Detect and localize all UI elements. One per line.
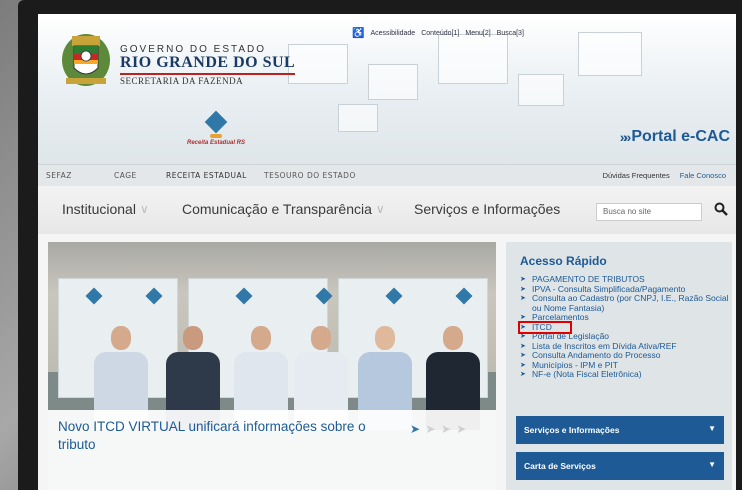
carousel-caption: Novo ITCD VIRTUAL unificará informações … <box>48 410 496 490</box>
caret-down-icon: ▼ <box>708 424 716 433</box>
main-content: Novo ITCD VIRTUAL unificará informações … <box>38 234 736 490</box>
chevron-right-icon[interactable]: ➤ <box>425 422 436 436</box>
gov-main-text[interactable]: RIO GRANDE DO SUL <box>120 54 296 75</box>
news-headline[interactable]: Novo ITCD VIRTUAL unificará informações … <box>58 418 378 454</box>
chevron-right-icon[interactable]: ➤ <box>410 422 421 436</box>
news-carousel[interactable]: Novo ITCD VIRTUAL unificará informações … <box>48 242 496 490</box>
chevron-right-icon[interactable]: ➤ <box>456 422 467 436</box>
site-header: GOVERNO DO ESTADO RIO GRANDE DO SUL SECR… <box>38 14 736 164</box>
portal-label: Portal e-CAC <box>631 128 730 145</box>
nav-tesouro[interactable]: TESOURO DO ESTADO <box>264 171 356 180</box>
receita-estadual-logo[interactable]: Receita Estadual RS <box>186 110 246 146</box>
nav-cage[interactable]: CAGE <box>114 171 137 180</box>
menu-servicos[interactable]: Serviços e Informações <box>414 201 560 217</box>
nav-receita-estadual[interactable]: RECEITA ESTADUAL <box>166 171 247 180</box>
carta-servicos-dropdown[interactable]: Carta de Serviços ▼ <box>516 452 724 480</box>
acesso-rapido-list: PAGAMENTO DE TRIBUTOS IPVA - Consulta Si… <box>518 274 730 380</box>
link-menu[interactable]: Menu[2] <box>465 30 490 37</box>
menu-comunicacao[interactable]: Comunicação e Transparência ∨ <box>182 201 385 217</box>
acesso-rapido-title: Acesso Rápido <box>520 254 607 268</box>
search-input[interactable]: Busca no site <box>596 203 702 221</box>
secretaria-text: SECRETARIA DA FAZENDA <box>120 76 244 86</box>
list-item-consulta-cadastro[interactable]: Consulta ao Cadastro (por CNPJ, I.E., Ra… <box>520 293 730 313</box>
double-chevron-right-icon: »» <box>619 129 631 145</box>
link-conteudo[interactable]: Conteúdo[1] <box>421 30 459 37</box>
state-crest-logo[interactable] <box>58 26 114 90</box>
link-duvidas-frequentes[interactable]: Dúvidas Frequentes <box>603 171 670 180</box>
menu-institucional[interactable]: Institucional ∨ <box>62 201 149 217</box>
browser-viewport: GOVERNO DO ESTADO RIO GRANDE DO SUL SECR… <box>38 14 736 490</box>
wheelchair-icon[interactable]: ♿ <box>352 28 364 39</box>
receita-label: Receita Estadual RS <box>186 140 246 146</box>
search-icon[interactable] <box>714 202 728 216</box>
carousel-indicators[interactable]: ➤ ➤ ➤ ➤ <box>410 422 467 436</box>
chevron-down-icon: ∨ <box>375 202 385 216</box>
acesso-rapido-panel: Acesso Rápido PAGAMENTO DE TRIBUTOS IPVA… <box>506 242 732 490</box>
servicos-informacoes-dropdown[interactable]: Serviços e Informações ▼ <box>516 416 724 444</box>
top-nav: SEFAZ CAGE RECEITA ESTADUAL TESOURO DO E… <box>38 164 736 186</box>
link-acessibilidade[interactable]: Acessibilidade <box>370 30 415 37</box>
list-item-nfe[interactable]: NF-e (Nota Fiscal Eletrônica) <box>520 369 730 380</box>
chevron-down-icon: ∨ <box>139 202 149 216</box>
receita-diamond-icon <box>204 110 228 134</box>
link-fale-conosco[interactable]: Fale Conosco <box>680 171 726 180</box>
accessibility-bar: ♿ Acessibilidade Conteúdo[1] Menu[2] Bus… <box>352 28 524 39</box>
portal-ecac-link[interactable]: »» Portal e-CAC <box>620 128 730 146</box>
main-nav: Institucional ∨ Comunicação e Transparên… <box>38 186 736 234</box>
caret-down-icon: ▼ <box>708 460 716 469</box>
nav-sefaz[interactable]: SEFAZ <box>46 171 72 180</box>
link-busca[interactable]: Busca[3] <box>497 30 524 37</box>
chevron-right-icon[interactable]: ➤ <box>441 422 452 436</box>
